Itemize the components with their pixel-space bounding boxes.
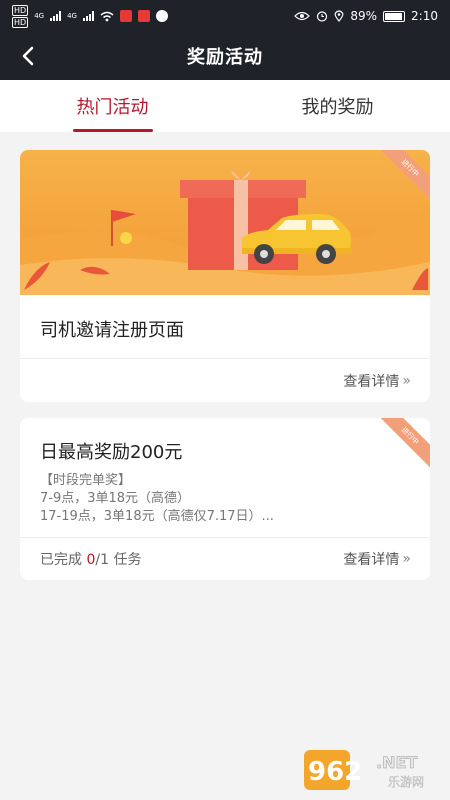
view-details-label: 查看详情 xyxy=(343,374,400,390)
svg-text:乐游网: 乐游网 xyxy=(388,775,424,789)
status-bar: HD HD 4G 4G 89% 2:10 xyxy=(0,0,450,32)
back-button[interactable] xyxy=(16,44,40,68)
description-line: 17-19点，3单18元（高德仅7.17日）... xyxy=(40,509,274,524)
clock-time: 2:10 xyxy=(411,9,438,23)
svg-text:.NET: .NET xyxy=(376,753,417,772)
app-notification-icon xyxy=(155,10,168,22)
wifi-icon xyxy=(100,11,114,21)
task-progress: 已完成 0/1 任务 xyxy=(40,549,141,569)
battery-percent: 89% xyxy=(350,9,378,23)
eye-icon xyxy=(294,11,311,21)
chevron-right-icon: » xyxy=(402,373,410,389)
page-title: 奖励活动 xyxy=(187,47,263,68)
app-notification-icon xyxy=(119,10,132,22)
activity-description: 【时段完单奖】 7-9点，3单18元（高德） 17-19点，3单18元（高德仅7… xyxy=(40,472,274,526)
chevron-right-icon: » xyxy=(402,551,410,567)
network-label: 4G xyxy=(34,12,45,20)
nav-bar: 奖励活动 xyxy=(0,32,450,80)
activity-banner-image xyxy=(20,150,430,295)
signal-icon xyxy=(50,11,62,21)
activity-card[interactable]: 进行中 日最高奖励200元 【时段完单奖】 7-9点，3单18元（高德） 17-… xyxy=(20,418,430,580)
description-line: 7-9点，3单18元（高德） xyxy=(40,491,191,506)
progress-prefix: 已完成 xyxy=(40,552,87,568)
tab-hot-activities[interactable]: 热门活动 xyxy=(0,80,225,132)
divider xyxy=(20,537,430,538)
divider xyxy=(20,358,430,359)
view-details-link[interactable]: 查看详情 » xyxy=(343,371,410,391)
location-icon xyxy=(334,10,344,22)
hd-badge: HD xyxy=(12,16,29,28)
alarm-icon xyxy=(317,11,328,22)
network-label: 4G xyxy=(67,12,77,20)
app-notification-icon xyxy=(137,10,150,22)
signal-icon xyxy=(82,11,94,21)
tab-my-rewards[interactable]: 我的奖励 xyxy=(225,80,450,132)
description-line: 【时段完单奖】 xyxy=(40,473,132,488)
activity-title: 日最高奖励200元 xyxy=(40,442,183,463)
progress-total: /1 任务 xyxy=(95,552,142,568)
hd-badge: HD xyxy=(12,4,29,16)
view-details-label: 查看详情 xyxy=(343,552,400,568)
watermark-logo: 962 .NET 乐游网 xyxy=(304,748,444,792)
svg-text:962: 962 xyxy=(308,757,362,787)
view-details-link[interactable]: 查看详情 » xyxy=(343,549,410,569)
chevron-left-icon xyxy=(22,46,34,66)
activity-title: 司机邀请注册页面 xyxy=(40,320,184,341)
status-badge: 进行中 xyxy=(374,418,430,472)
tab-bar: 热门活动 我的奖励 xyxy=(0,80,450,132)
battery-icon xyxy=(383,10,406,22)
activity-card[interactable]: 进行中 司机邀请注册页面 查看详情 » xyxy=(20,150,430,402)
